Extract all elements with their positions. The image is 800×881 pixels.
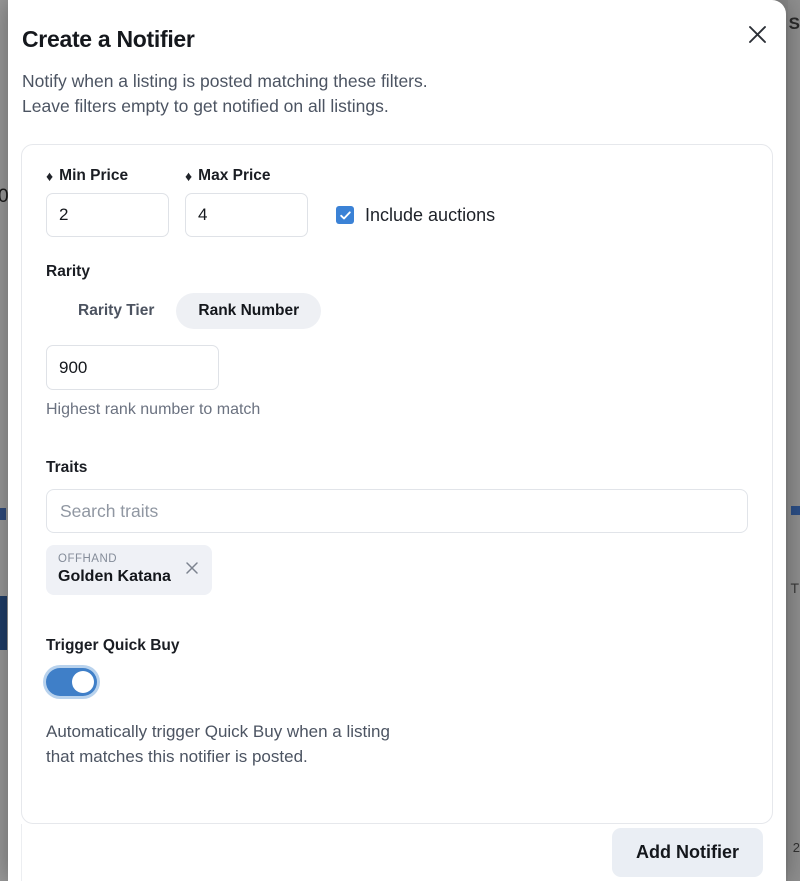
rank-number-input[interactable] — [46, 345, 219, 390]
ethereum-icon: ♦ — [46, 169, 53, 183]
tab-rarity-tier[interactable]: Rarity Tier — [56, 293, 176, 329]
quick-buy-toggle[interactable] — [46, 668, 97, 696]
price-filter-row: ♦ Min Price ♦ Max Price — [46, 167, 748, 237]
include-auctions-label: Include auctions — [365, 205, 495, 226]
background-page-left — [0, 0, 8, 881]
max-price-input[interactable] — [185, 193, 308, 237]
close-icon — [747, 24, 768, 45]
min-price-label: ♦ Min Price — [46, 167, 169, 185]
include-auctions-checkbox[interactable] — [336, 206, 354, 224]
close-button[interactable] — [740, 17, 774, 51]
min-price-label-text: Min Price — [59, 167, 128, 185]
max-price-label: ♦ Max Price — [185, 167, 308, 185]
close-icon — [184, 560, 200, 579]
quick-buy-description-line-2: that matches this notifier is posted. — [46, 744, 466, 769]
check-icon — [339, 209, 352, 222]
filters-card: ♦ Min Price ♦ Max Price — [21, 144, 773, 824]
background-text-right-mid: T — [790, 580, 799, 596]
trait-chip-remove-button[interactable] — [183, 560, 201, 578]
search-traits-input[interactable] — [46, 489, 748, 533]
modal-description-line-2: Leave filters empty to get notified on a… — [22, 94, 662, 119]
page-title: Create a Notifier — [22, 26, 195, 53]
create-notifier-modal: Create a Notifier Notify when a listing … — [8, 0, 786, 881]
ethereum-icon: ♦ — [185, 169, 192, 183]
background-text-right-bottom: 2 — [793, 840, 800, 855]
min-price-group: ♦ Min Price — [46, 167, 169, 237]
add-notifier-button[interactable]: Add Notifier — [612, 828, 763, 877]
rarity-mode-tabs: Rarity Tier Rank Number — [46, 293, 748, 329]
background-text-right-top: S — [789, 14, 800, 34]
max-price-group: ♦ Max Price — [185, 167, 308, 237]
modal-body: Create a Notifier Notify when a listing … — [8, 0, 786, 881]
rank-helper-text: Highest rank number to match — [46, 401, 748, 419]
tab-rank-number[interactable]: Rank Number — [176, 293, 321, 329]
modal-description-line-1: Notify when a listing is posted matching… — [22, 69, 662, 94]
background-accent-bar-b — [0, 596, 7, 650]
quick-buy-description-line-1: Automatically trigger Quick Buy when a l… — [46, 719, 466, 744]
selected-traits-list: OFFHAND Golden Katana — [46, 545, 748, 595]
quick-buy-description: Automatically trigger Quick Buy when a l… — [46, 719, 466, 769]
quick-buy-section-title: Trigger Quick Buy — [46, 637, 748, 655]
max-price-label-text: Max Price — [198, 167, 270, 185]
trait-chip-text: OFFHAND Golden Katana — [58, 553, 171, 586]
min-price-input[interactable] — [46, 193, 169, 237]
modal-footer: Add Notifier — [21, 824, 773, 881]
background-accent-bar-a — [0, 508, 6, 520]
trait-chip[interactable]: OFFHAND Golden Katana — [46, 545, 212, 595]
background-page-right — [788, 0, 800, 881]
include-auctions-checkbox-row[interactable]: Include auctions — [336, 193, 495, 237]
background-accent-bar-right — [791, 506, 800, 515]
modal-description: Notify when a listing is posted matching… — [22, 69, 662, 119]
trait-chip-type: OFFHAND — [58, 553, 171, 566]
traits-section-title: Traits — [46, 459, 748, 477]
toggle-knob — [72, 671, 94, 693]
rarity-section-title: Rarity — [46, 263, 748, 281]
trait-chip-value: Golden Katana — [58, 568, 171, 586]
